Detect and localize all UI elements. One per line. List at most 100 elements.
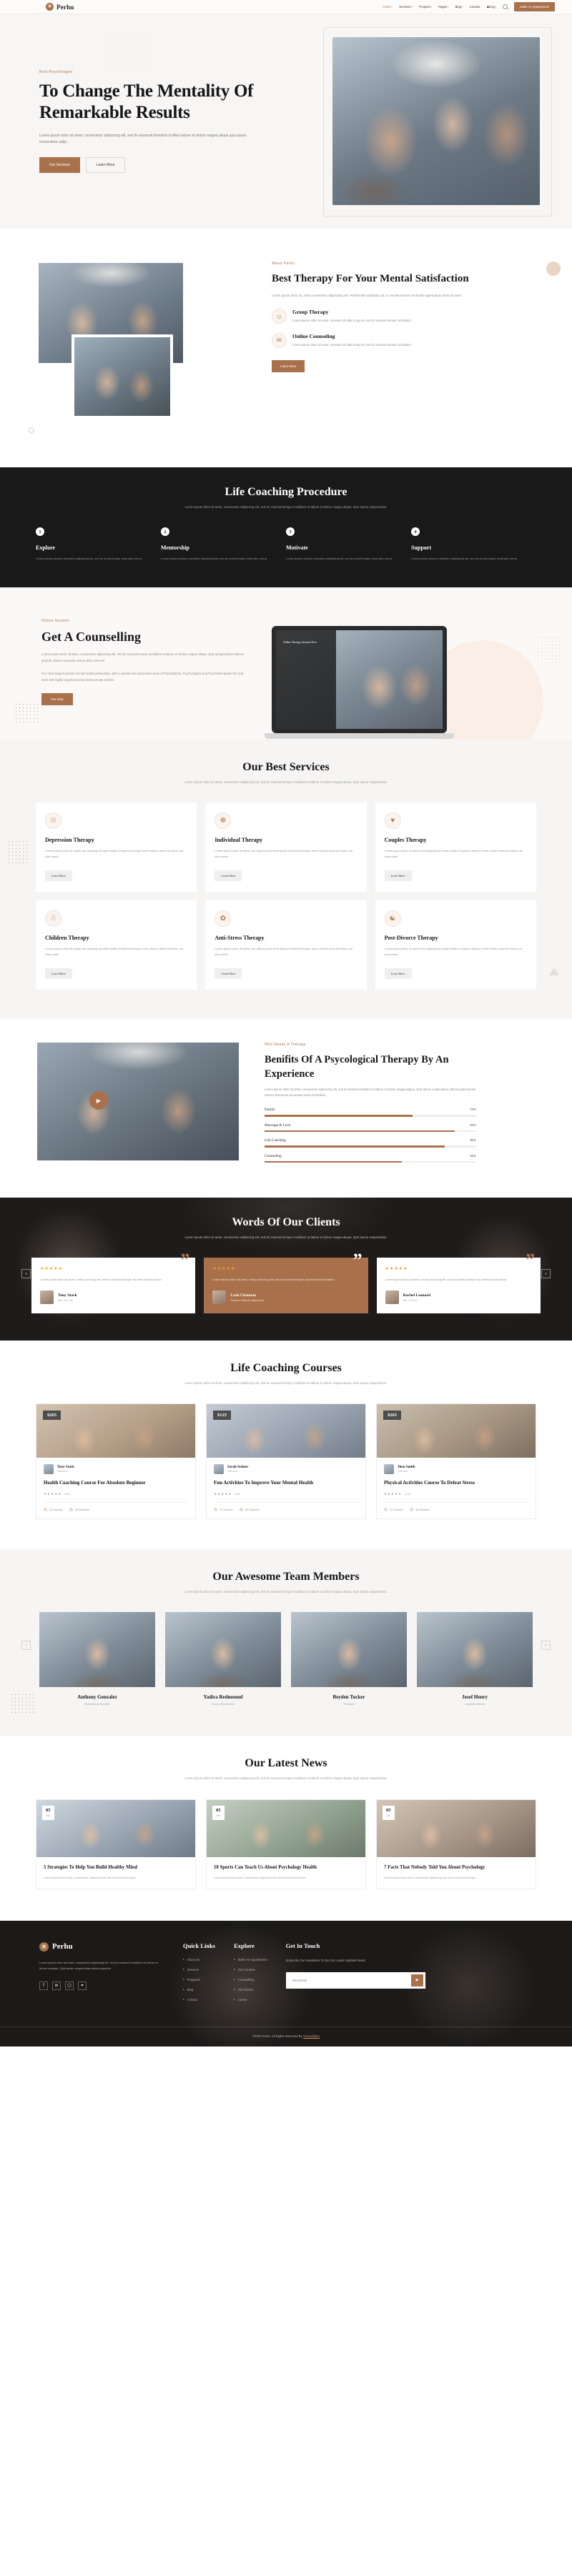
service-learn-more-button[interactable]: Learn More	[45, 968, 72, 980]
procedure-step: 1 Explore Lorem ipsum dolorco nsectetur …	[36, 527, 161, 562]
testimonial-name: Leah Chatman	[230, 1293, 257, 1298]
course-price: $265	[383, 1411, 401, 1421]
service-title: Anti-Stress Therapy	[214, 935, 265, 942]
send-icon[interactable]: ➤	[410, 1974, 423, 1986]
news-card[interactable]: 05 Jan 10 Sports Can Teach Us About Psyc…	[206, 1799, 366, 1889]
instructor-name: Jhon Smith	[398, 1466, 415, 1470]
service-card[interactable]: ☸ Individual Therapy Lorem ipsum dolor s…	[205, 802, 367, 892]
team-member[interactable]: Anthony Gonzalez Motivational Speaker	[39, 1612, 155, 1706]
footer-link-services[interactable]: ▸ Services	[183, 1968, 215, 1971]
decorative-circle	[29, 427, 34, 433]
testimonials-next-button[interactable]: ›	[541, 1269, 551, 1279]
member-photo	[291, 1612, 407, 1688]
brand-logo[interactable]: ❄ Perhu	[46, 3, 74, 11]
decorative-dots	[14, 702, 39, 725]
news-excerpt: Lorem ipsum dolor amet, consectetur adip…	[214, 1876, 307, 1880]
footer-logo[interactable]: ❄ Perhu	[39, 1941, 164, 1951]
footer-link-career[interactable]: ▸ Career	[234, 1998, 267, 2001]
service-learn-more-button[interactable]: Learn More	[384, 968, 412, 980]
step-text: Lorem ipsum dolorco nsectetur adipiscing…	[161, 557, 267, 561]
news-card[interactable]: 05 Jan 5 Strategies To Help You Build He…	[36, 1799, 196, 1889]
course-card[interactable]: $265 Tony Stark Instructor Health Coachi…	[36, 1403, 196, 1520]
footer-copyright: ©2021 Perhu. All Rights Reserved By Them…	[0, 2026, 572, 2047]
hero-image	[332, 37, 540, 205]
service-card[interactable]: ☯ Post-Divorce Therapy Lorem ipsum dolor…	[375, 900, 536, 990]
nav-item-blog[interactable]: Blog+	[455, 5, 463, 9]
footer-link-make-appointment[interactable]: ▸ Make An Appointment	[234, 1958, 267, 1961]
footer-link-about-us[interactable]: ▸ About Us	[183, 1958, 215, 1961]
search-icon[interactable]	[503, 4, 508, 9]
get-now-button[interactable]: Get Now	[41, 693, 73, 706]
chevron-down-icon: +	[461, 6, 463, 9]
team-member[interactable]: Josef Henry Linguistic Mentor	[417, 1612, 533, 1706]
service-learn-more-button[interactable]: Learn More	[214, 968, 242, 980]
courses-title: Life Coaching Courses	[230, 1362, 342, 1375]
about-learn-more-button[interactable]: Learn More	[272, 360, 305, 373]
caret-right-icon: ▸	[234, 1978, 235, 1981]
course-students: 45 Students	[410, 1508, 430, 1512]
team-prev-button[interactable]: ‹	[21, 1641, 31, 1651]
copyright-link[interactable]: Themefisher	[303, 2034, 320, 2038]
testimonial-role: MD, XYZ Inc.	[58, 1298, 74, 1302]
service-card[interactable]: ✿ Anti-Stress Therapy Lorem ipsum dolor …	[205, 900, 367, 990]
team-next-button[interactable]: ›	[541, 1641, 551, 1651]
service-card[interactable]: ☃ Children Therapy Lorem ipsum dolor sit…	[36, 900, 197, 990]
pinterest-icon[interactable]: ⚭	[78, 1981, 87, 1990]
benefits-title: Benifits Of A Psycological Therapy By An…	[265, 1054, 449, 1080]
service-title: Individual Therapy	[214, 837, 263, 844]
feature-text: Lorem ipsum dolor sit amet, consetur sit…	[292, 343, 412, 347]
facebook-icon[interactable]: f	[39, 1981, 48, 1990]
about-eyebrow: About Perhu	[272, 262, 295, 266]
service-title: Post-Divorce Therapy	[384, 935, 438, 942]
footer-link-contact[interactable]: ▸ Contact	[183, 1998, 215, 2001]
footer-link-our-stories[interactable]: ▸ Our Stories	[234, 1988, 267, 1991]
service-card[interactable]: ☉ Depression Therapy Lorem ipsum dolor s…	[36, 802, 197, 892]
decorative-triangle	[549, 968, 559, 976]
rating-stars: ★★★★★	[384, 1492, 403, 1496]
footer-quick-links: Quick Links ▸ About Us ▸ Services ▸ Program…	[183, 1942, 215, 2008]
course-card[interactable]: $265 Jhon Smith Instructor Physical Acti…	[376, 1403, 536, 1520]
service-card[interactable]: ♥ Couples Therapy Lorem ipsum dolor sit …	[375, 802, 536, 892]
procedure-title: Life Coaching Procedure	[225, 486, 347, 498]
news-headline: 7 Facts That Nobody Told You About Psych…	[384, 1864, 485, 1870]
footer-link-blog[interactable]: ▸ Blog	[183, 1988, 215, 1991]
progress-bar-counseling: Counseling 65%	[265, 1154, 476, 1163]
instagram-icon[interactable]: ▢	[65, 1981, 74, 1990]
decorative-dots	[536, 635, 562, 665]
nav-language-switcher[interactable]: ♟Eng+	[486, 5, 496, 9]
news-month: Jan	[46, 1814, 50, 1818]
newsletter-email-input[interactable]	[287, 1974, 411, 1986]
news-card[interactable]: 05 Jan 7 Facts That Nobody Told You Abou…	[376, 1799, 536, 1889]
children-icon: ☃	[45, 910, 61, 928]
footer-newsletter: Get In Touch Subscribe Our Newsletter To…	[285, 1942, 425, 2008]
course-title: Health Coaching Course For Absolute Begi…	[44, 1480, 146, 1486]
nav-item-home[interactable]: Home+	[383, 5, 393, 9]
footer-link-counselling[interactable]: ▸ Counselling	[234, 1978, 267, 1981]
footer-link-programs[interactable]: ▸ Programs	[183, 1978, 215, 1981]
page-title: To Change The Mentality Of Remarkable Re…	[39, 81, 254, 123]
instructor-role: Instructor	[227, 1470, 238, 1473]
footer-link-our-courses[interactable]: ▸ Our Courses	[234, 1968, 267, 1971]
nav-item-pages[interactable]: Pages+	[438, 5, 449, 9]
our-services-button[interactable]: Our Services	[39, 157, 80, 174]
nav-item-projects[interactable]: Projects+	[419, 5, 432, 9]
news-date: 05 Jan	[42, 1805, 54, 1821]
member-name: Anthony Gonzalez	[77, 1694, 117, 1701]
learn-more-button[interactable]: Learn More	[85, 157, 126, 174]
team-member[interactable]: Yadira Redmound Course Researcher	[165, 1612, 281, 1706]
course-image: $125	[207, 1404, 365, 1458]
bar-label: Counseling	[265, 1153, 282, 1158]
make-appointment-button[interactable]: Make An Appointment	[514, 2, 555, 11]
chevron-down-icon: +	[391, 6, 393, 9]
nav-item-contact[interactable]: Contact	[470, 5, 480, 9]
twitter-icon[interactable]: w	[52, 1981, 61, 1990]
service-learn-more-button[interactable]: Learn More	[45, 870, 72, 882]
testimonials-prev-button[interactable]: ‹	[21, 1269, 31, 1279]
service-learn-more-button[interactable]: Learn More	[214, 870, 242, 882]
team-member[interactable]: Beyden Tucker Therapist	[291, 1612, 407, 1706]
service-learn-more-button[interactable]: Learn More	[384, 870, 412, 882]
nav-item-services[interactable]: Services+	[399, 5, 413, 9]
course-card[interactable]: $125 Sarah Steiner Instructor Fun Activi…	[206, 1403, 366, 1520]
service-text: Lorem ipsum dolor sit asetur dor adipcin…	[214, 849, 353, 859]
news-image: 05 Jan	[207, 1799, 365, 1857]
